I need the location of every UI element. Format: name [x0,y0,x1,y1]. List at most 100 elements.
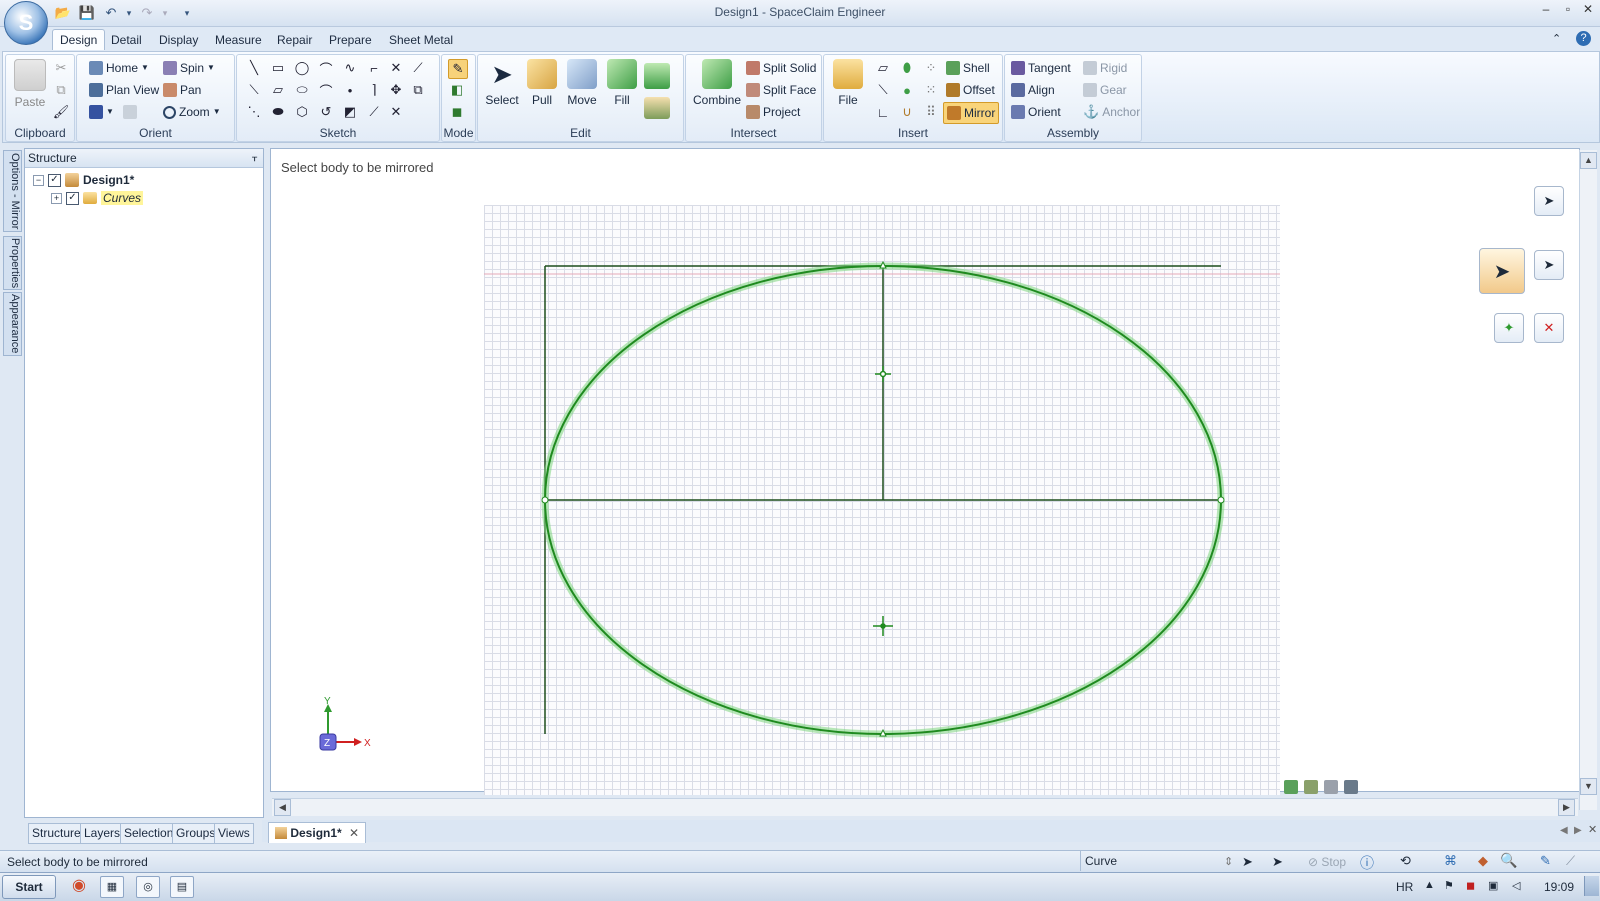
align-button[interactable]: Align [1011,80,1055,100]
stop-button[interactable]: ⊘ Stop [1308,855,1346,869]
horizontal-scrollbar[interactable]: ◀ ▶ [272,798,1578,816]
maximize-button[interactable]: ▫ [1558,2,1578,18]
tray-expand-icon[interactable]: ▲ [1424,879,1435,891]
minimize-button[interactable]: – [1536,2,1556,18]
tangent-button[interactable]: Tangent [1011,58,1071,78]
fill-button[interactable]: Fill [602,59,642,107]
anchor-button[interactable]: ⚓ Anchor [1083,102,1140,122]
select-body-active-tool[interactable]: ➤ [1479,248,1525,294]
project-button[interactable]: Project [746,102,800,122]
tab-sheet-metal[interactable]: Sheet Metal [382,30,460,50]
zoom-tool-icon[interactable]: 🔍 [1500,852,1517,869]
format-painter-icon[interactable]: 🖌 [52,103,70,121]
scroll-down-icon[interactable]: ▼ [1580,778,1597,795]
split-line-icon[interactable]: ✕ [387,103,405,121]
point-tool-icon[interactable]: • [341,81,359,99]
show-desktop-button[interactable] [1584,876,1599,896]
circle-tool-icon[interactable]: ◯ [293,59,311,77]
bend-tool-icon[interactable]: ⟋ [409,59,427,77]
tangent-line-icon[interactable]: ⟍ [245,81,263,99]
combine-button[interactable]: Combine [692,59,742,107]
shell-button[interactable]: Shell [946,58,990,78]
split-face-button[interactable]: Split Face [746,80,816,100]
browser-icon[interactable]: ◉ [68,876,90,896]
move-grid-icon[interactable]: ✥ [387,81,405,99]
line-tool-icon[interactable]: ╲ [245,59,263,77]
sketch-grid[interactable] [484,205,1280,795]
display-style-icon[interactable]: ⌘ [1444,853,1457,869]
split-solid-button[interactable]: Split Solid [746,58,816,78]
tweak-face-icon[interactable] [644,97,670,119]
home-button[interactable]: Home ▼ [89,58,149,78]
mirror-button[interactable]: Mirror [943,102,1000,124]
expand-icon[interactable]: + [51,192,62,204]
add-mirror-tool[interactable]: ✦ [1494,313,1524,343]
pin-icon[interactable]: ᚁ [252,149,257,167]
spaceclaim-taskbar-icon[interactable]: ▦ [100,876,124,898]
close-document-icon[interactable]: ✕ [1588,823,1597,836]
collapse-icon[interactable]: − [33,174,44,186]
cut-icon[interactable]: ✂ [52,59,70,77]
tab-next-icon[interactable]: ▶ [1574,825,1582,836]
volume-icon[interactable]: ◁ [1512,879,1520,892]
file-button[interactable]: File [828,59,868,107]
side-tab-appearance[interactable]: Appearance [3,292,22,356]
sweep-arc-icon[interactable]: ↺ [317,103,335,121]
scroll-left-icon[interactable]: ◀ [274,799,291,816]
tab-detail[interactable]: Detail [104,30,149,50]
slot-tool-icon[interactable]: ⬬ [269,103,287,121]
tab-repair[interactable]: Repair [270,30,319,50]
solid-mode-icon[interactable] [1284,780,1298,794]
plan-view-button[interactable]: Plan View [89,80,159,100]
tab-selection[interactable]: Selection [120,823,178,844]
snap-icon[interactable] [1324,780,1338,794]
spline-tool-icon[interactable]: ∿ [341,59,359,77]
three-point-arc-icon[interactable]: ⌒ [317,81,335,99]
fill-sketch-icon[interactable]: ◩ [341,103,359,121]
screenshot-icon[interactable] [1344,780,1358,794]
zoom-button[interactable]: Zoom ▼ [163,102,221,122]
polygon-circle-icon[interactable]: ⬡ [293,103,311,121]
minimize-ribbon-icon[interactable]: ⌃ [1552,32,1561,45]
corner-tool-icon[interactable]: ⌐ [365,59,383,77]
side-tab-properties[interactable]: Properties [3,236,22,290]
tab-design[interactable]: Design [52,29,106,50]
offset-curve-icon[interactable]: ⌉ [365,81,383,99]
start-button[interactable]: Start [2,875,56,899]
sketch-tool-icon[interactable]: ✎ [1540,853,1551,869]
side-tab-options-mirror[interactable]: Options - Mirror [3,150,22,232]
select-plane-tool[interactable]: ➤ [1534,250,1564,280]
replace-icon[interactable] [644,63,670,89]
sphere-icon[interactable]: ● [898,81,916,99]
rectangle-tool-icon[interactable]: ▭ [269,59,287,77]
window-taskbar-icon[interactable]: ▤ [170,876,194,898]
circular-pattern-icon[interactable]: ⁙ [922,81,940,99]
paste-button[interactable]: Paste [10,59,50,109]
scroll-up-icon[interactable]: ▲ [1580,152,1597,169]
trim-tool-icon[interactable]: ✕ [387,59,405,77]
pattern-icon[interactable]: ⁘ [922,59,940,77]
3d-mode-icon[interactable]: ◼ [448,103,466,121]
sketch-plane-icon[interactable] [1304,780,1318,794]
tab-measure[interactable]: Measure [208,30,269,50]
network-icon[interactable]: ▣ [1488,879,1498,892]
axis-icon[interactable]: ⟍ [874,81,892,99]
tree-item-curves[interactable]: + ✓ Curves [51,191,144,205]
remove-mirror-tool[interactable]: ✕ [1534,313,1564,343]
cylinder-icon[interactable]: ⬮ [898,59,916,77]
tab-views[interactable]: Views [214,823,254,844]
plane-icon[interactable]: ▱ [874,59,892,77]
ellipse-tool-icon[interactable]: ⬭ [293,81,311,99]
equation-icon[interactable]: ∪ [898,103,916,121]
section-mode-icon[interactable]: ◧ [448,81,466,99]
select-button[interactable]: ➤ Select [482,59,522,107]
gear-button[interactable]: Gear [1083,80,1127,100]
select-cursor-icon[interactable]: ➤ [1242,854,1253,870]
close-tab-icon[interactable]: ✕ [349,826,359,840]
rigid-button[interactable]: Rigid [1083,58,1127,78]
sketch-mode-icon[interactable]: ✎ [448,59,468,79]
tab-structure[interactable]: Structure [28,823,85,844]
copy-curve-icon[interactable]: ⧉ [409,81,427,99]
language-indicator[interactable]: HR [1396,880,1413,894]
spin-button[interactable]: Spin ▼ [163,58,215,78]
